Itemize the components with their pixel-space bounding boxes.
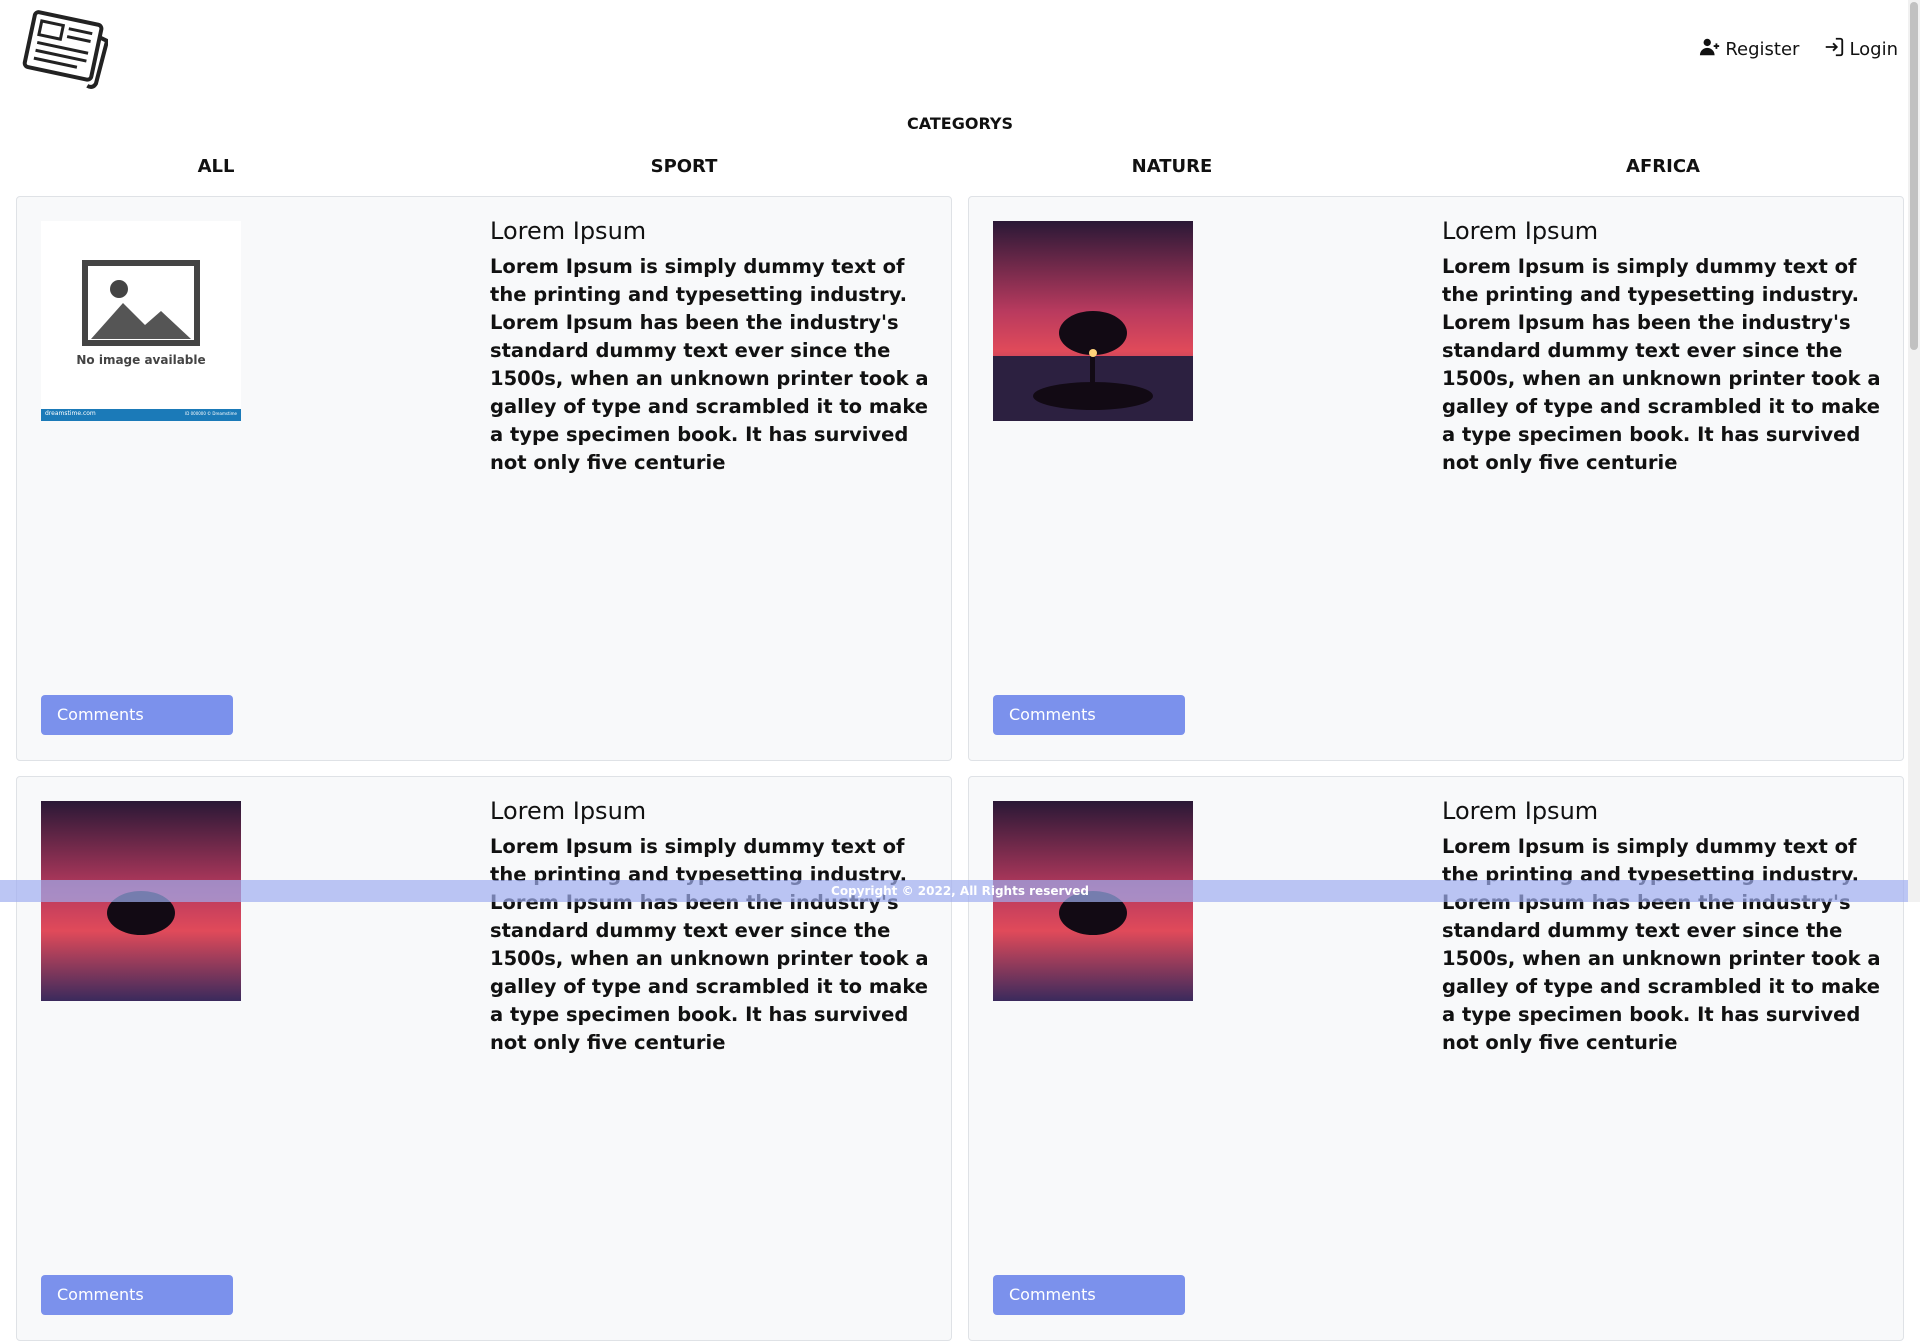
post-title: Lorem Ipsum: [1442, 217, 1599, 245]
no-image-caption: No image available: [76, 353, 206, 367]
post-body: Lorem Ipsum is simply dummy text of the …: [490, 255, 929, 474]
auth-nav: Register Login: [1699, 36, 1898, 63]
categories-title: CATEGORYS: [906, 114, 1013, 133]
category-sport[interactable]: SPORT: [651, 156, 718, 177]
post-card: Lorem Ipsum Lorem Ipsum is simply dummy …: [968, 196, 1904, 761]
login-label: Login: [1849, 39, 1898, 60]
image-watermark-right: ID 000000 © Dreamstime: [185, 411, 237, 416]
register-label: Register: [1725, 39, 1800, 60]
comments-button[interactable]: Comments: [993, 1275, 1185, 1315]
post-card: Lorem Ipsum Lorem Ipsum is simply dummy …: [968, 776, 1904, 1341]
category-all[interactable]: ALL: [198, 156, 235, 177]
image-watermark-left: dreamstime.com: [45, 410, 96, 417]
post-title: Lorem Ipsum: [490, 797, 647, 825]
register-link[interactable]: Register: [1699, 36, 1799, 63]
post-card: Lorem Ipsum Lorem Ipsum is simply dummy …: [16, 776, 952, 1341]
category-nature[interactable]: NATURE: [1132, 156, 1213, 177]
category-tabs: ALL SPORT NATURE AFRICA: [0, 156, 1920, 178]
footer: Copyright © 2022, All Rights reserved: [0, 880, 1920, 902]
post-body: Lorem Ipsum is simply dummy text of the …: [1442, 835, 1881, 1054]
post-body: Lorem Ipsum is simply dummy text of the …: [1442, 255, 1881, 474]
newspaper-icon[interactable]: [18, 10, 110, 92]
post-image-placeholder: No image available dreamstime.com ID 000…: [41, 221, 241, 421]
category-africa[interactable]: AFRICA: [1626, 156, 1700, 177]
post-title: Lorem Ipsum: [1442, 797, 1599, 825]
login-link[interactable]: Login: [1823, 36, 1898, 63]
post-title: Lorem Ipsum: [490, 217, 647, 245]
comments-button[interactable]: Comments: [993, 695, 1185, 735]
post-image-tree-sunset: [993, 221, 1193, 421]
sign-in-icon: [1823, 36, 1845, 63]
page-scrollbar[interactable]: [1908, 0, 1920, 902]
post-card: No image available dreamstime.com ID 000…: [16, 196, 952, 761]
comments-button[interactable]: Comments: [41, 695, 233, 735]
user-plus-icon: [1699, 36, 1721, 63]
comments-button[interactable]: Comments: [41, 1275, 233, 1315]
scrollbar-thumb[interactable]: [1910, 2, 1918, 350]
post-body: Lorem Ipsum is simply dummy text of the …: [490, 835, 929, 1054]
